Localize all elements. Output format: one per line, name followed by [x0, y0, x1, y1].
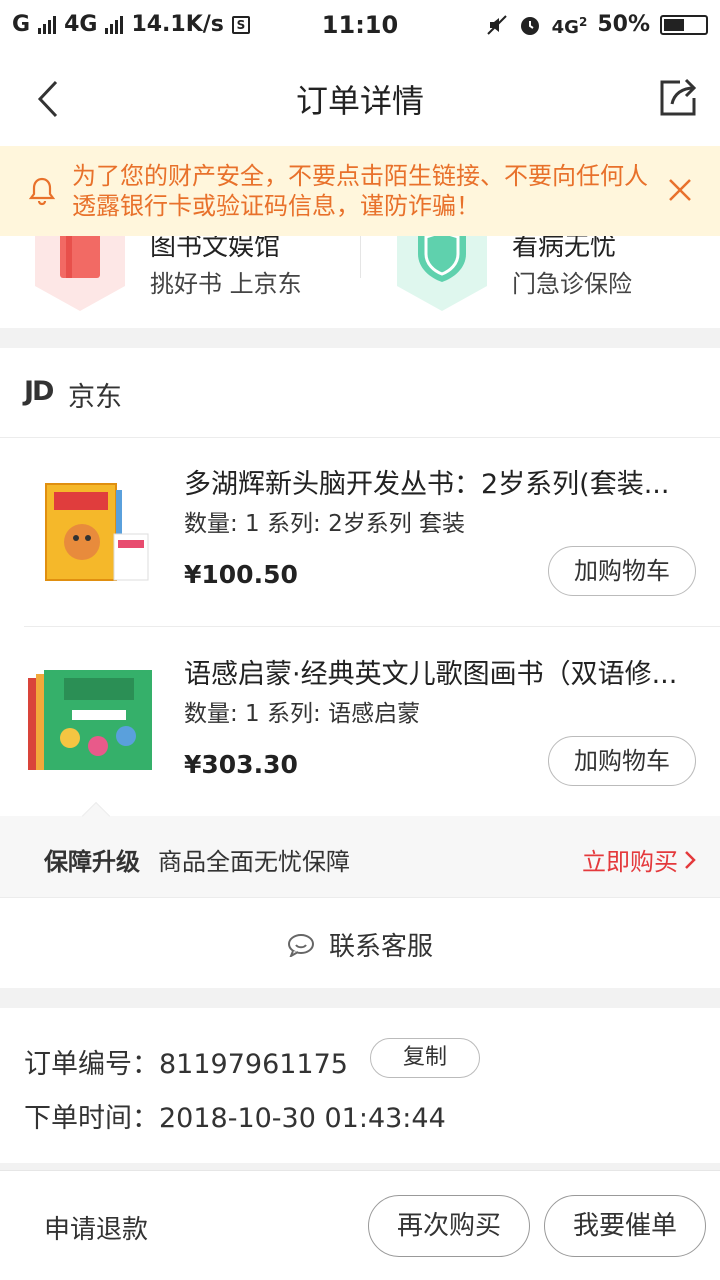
product-item[interactable]: 语感启蒙·经典英文儿歌图画书（双语修... 数量: 1 系列: 语感启蒙 ¥30… — [0, 628, 720, 817]
order-info: 订单编号：81197961175 复制 下单时间：2018-10-30 01:4… — [0, 1008, 720, 1163]
security-notice: 为了您的财产安全，不要点击陌生链接、不要向任何人透露银行卡或验证码信息，谨防诈骗… — [0, 146, 720, 236]
guarantee-desc: 商品全面无忧保障 — [158, 848, 350, 876]
order-time: 下单时间：2018-10-30 01:43:44 — [24, 1103, 446, 1134]
chat-icon — [287, 933, 314, 957]
product-title: 语感启蒙·经典英文儿歌图画书（双语修... — [184, 659, 678, 690]
page-title: 订单详情 — [295, 82, 424, 120]
network-type: 4G2 — [551, 14, 588, 38]
jd-logo: JD — [24, 376, 55, 407]
alarm-icon — [520, 16, 539, 35]
product-spec: 数量: 1 系列: 2岁系列 套装 — [184, 511, 466, 537]
product-image — [45, 483, 149, 581]
nav-bar: 订单详情 — [0, 52, 720, 146]
product-title: 多湖辉新头脑开发丛书：2岁系列(套装... — [184, 469, 670, 500]
book-icon — [35, 236, 125, 311]
shop-name: 京东 — [68, 382, 122, 413]
bell-icon — [28, 177, 56, 206]
product-price: ¥303.30 — [184, 750, 298, 779]
promo-insurance-title: 看病无忧 — [512, 236, 617, 262]
order-items-card: JD 京东 多湖辉新头脑开发丛书：2岁系列(套装... 数量: 1 系列: 2岁… — [0, 348, 720, 988]
status-bar: G 4G 14.1K/s S 11:10 4G2 50% — [0, 0, 720, 52]
contact-service-button[interactable]: 联系客服 — [0, 898, 720, 988]
battery-icon — [660, 14, 708, 35]
promo-divider — [360, 236, 361, 278]
promo-banner: 图书文娱馆 挑好书 上京东 看病无忧 门急诊保险 — [0, 236, 720, 328]
notice-text: 为了您的财产安全，不要点击陌生链接、不要向任何人透露银行卡或验证码信息，谨防诈骗… — [72, 162, 648, 220]
close-icon[interactable] — [666, 176, 694, 204]
guarantee-label: 保障升级 — [44, 848, 140, 876]
chevron-right-icon — [685, 850, 696, 869]
product-item[interactable]: 多湖辉新头脑开发丛书：2岁系列(套装... 数量: 1 系列: 2岁系列 套装 … — [24, 438, 720, 627]
add-to-cart-button[interactable]: 加购物车 — [548, 546, 696, 596]
battery-percent: 50% — [597, 12, 650, 37]
guarantee-upgrade[interactable]: 保障升级 商品全面无忧保障 立即购买 — [0, 801, 720, 898]
shield-icon — [397, 236, 487, 311]
share-icon[interactable] — [654, 74, 700, 120]
product-image — [28, 670, 152, 770]
contact-service-label: 联系客服 — [328, 932, 433, 962]
mute-icon — [486, 14, 507, 35]
shop-header[interactable]: JD 京东 — [0, 348, 720, 438]
status-right: 4G2 50% — [486, 12, 708, 37]
urge-order-button[interactable]: 我要催单 — [544, 1195, 706, 1257]
rebuy-button[interactable]: 再次购买 — [368, 1195, 530, 1257]
product-spec: 数量: 1 系列: 语感启蒙 — [184, 701, 421, 727]
promo-books-subtitle: 挑好书 上京东 — [150, 270, 302, 298]
buy-now-label: 立即购买 — [582, 848, 678, 876]
refund-link[interactable]: 申请退款 — [44, 1209, 148, 1246]
bottom-action-bar: 申请退款 再次购买 我要催单 — [0, 1170, 720, 1280]
order-number: 订单编号：81197961175 — [24, 1049, 348, 1080]
product-price: ¥100.50 — [184, 560, 298, 589]
promo-books-title: 图书文娱馆 — [150, 236, 281, 262]
contact-service-content: 联系客服 — [0, 926, 720, 963]
buy-now-link[interactable]: 立即购买 — [582, 842, 696, 877]
add-to-cart-button[interactable]: 加购物车 — [548, 736, 696, 786]
promo-insurance-subtitle: 门急诊保险 — [512, 270, 632, 298]
copy-button[interactable]: 复制 — [370, 1038, 480, 1078]
